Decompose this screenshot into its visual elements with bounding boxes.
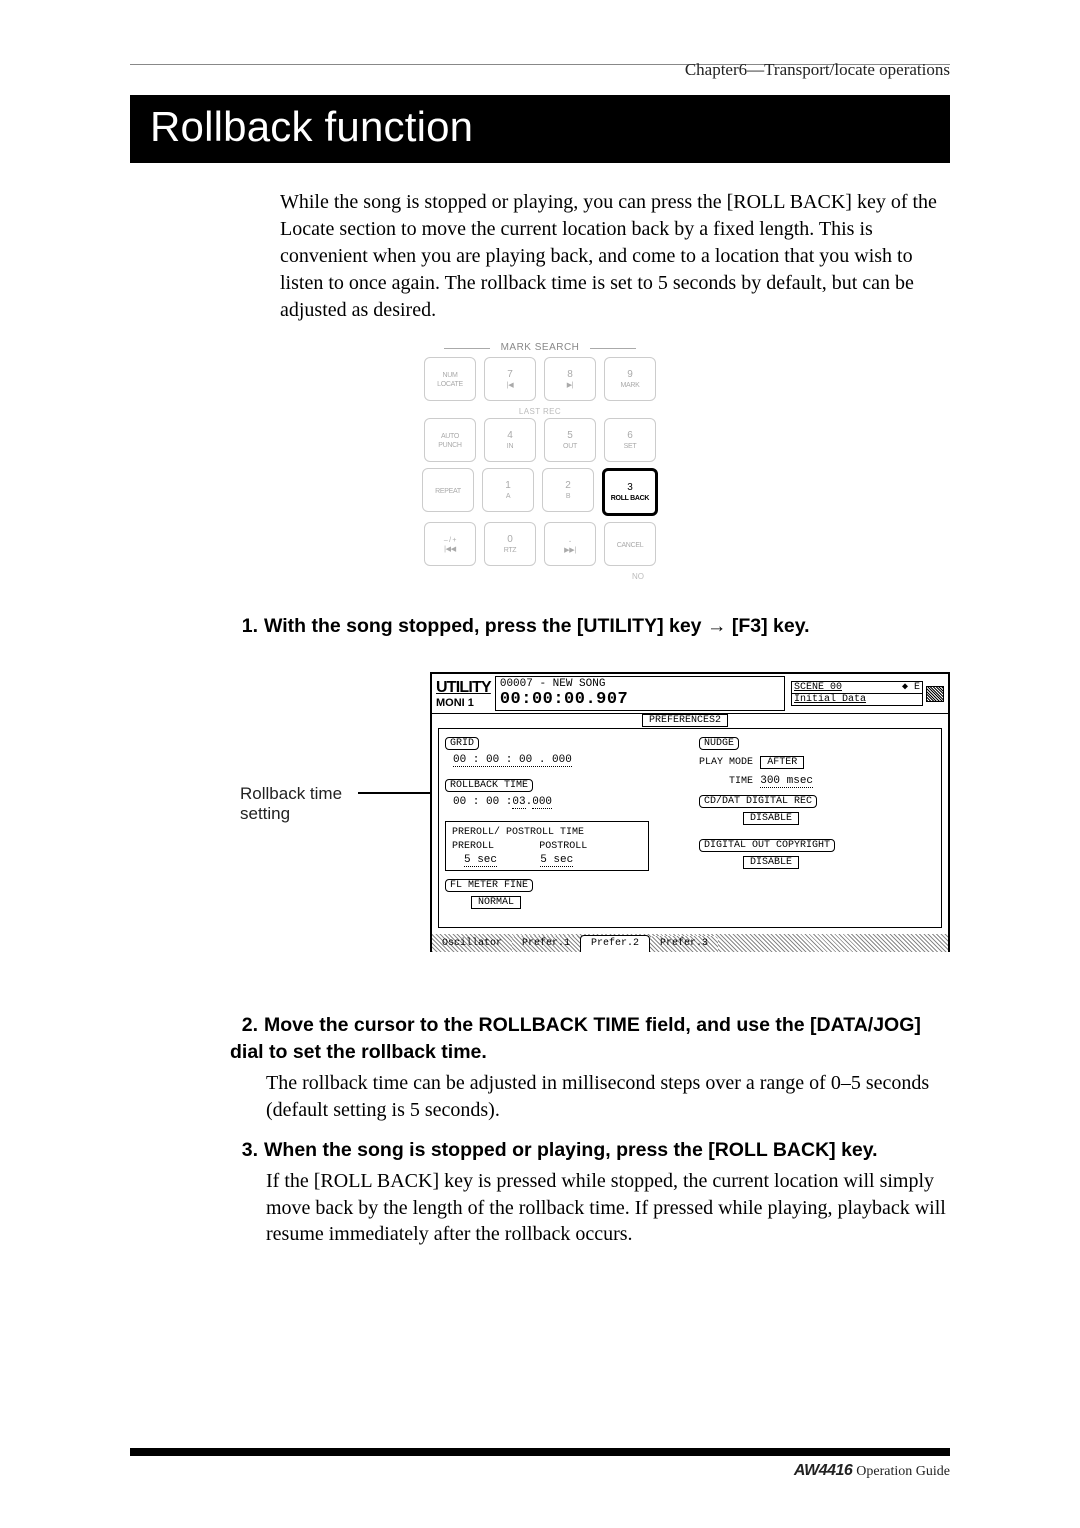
last-rec-label: LAST REC bbox=[410, 407, 670, 416]
key-4-in[interactable]: 4IN bbox=[484, 418, 536, 462]
key-5-out[interactable]: 5OUT bbox=[544, 418, 596, 462]
song-info-box: 00007 - NEW SONG 00:00:00.907 bbox=[495, 676, 785, 711]
grid-label: GRID bbox=[445, 737, 479, 750]
rollback-time-label: ROLLBACK TIME bbox=[445, 779, 533, 792]
digout-label: DIGITAL OUT COPYRIGHT bbox=[699, 839, 835, 852]
utility-label: UTILITY bbox=[436, 679, 491, 697]
chapter-header: Chapter6—Transport/locate operations bbox=[685, 60, 950, 80]
page-title: Rollback function bbox=[130, 95, 950, 161]
keypad-row-1: NUMLOCATE 7|◀ 8▶| 9MARK bbox=[410, 357, 670, 401]
footer-text: AW4416 Operation Guide bbox=[794, 1462, 950, 1480]
moni-label: MONI 1 bbox=[436, 697, 495, 709]
tab-prefer1[interactable]: Prefer.1 bbox=[512, 936, 580, 952]
utility-screen: UTILITY MONI 1 00007 - NEW SONG 00:00:00… bbox=[430, 672, 950, 952]
tab-prefer2[interactable]: Prefer.2 bbox=[580, 935, 650, 952]
step-2-num: 2. bbox=[230, 1012, 258, 1038]
step-1: 1. With the song stopped, press the [UTIL… bbox=[230, 613, 950, 640]
key-3-roll-back[interactable]: 3ROLL BACK bbox=[602, 468, 658, 516]
cddat-disable-button[interactable]: DISABLE bbox=[743, 812, 799, 825]
repeat-key[interactable]: REPEAT bbox=[422, 468, 474, 512]
step-2: 2.Move the cursor to the ROLLBACK TIME f… bbox=[230, 1012, 950, 1066]
cddat-label: CD/DAT DIGITAL REC bbox=[699, 795, 817, 808]
step-2-head: Move the cursor to the ROLLBACK TIME fie… bbox=[230, 1014, 921, 1063]
key-2-b[interactable]: 2B bbox=[542, 468, 594, 512]
key-0-rtz[interactable]: 0RTZ bbox=[484, 522, 536, 566]
keypad-row-2: AUTOPUNCH 4IN 5OUT 6SET bbox=[410, 418, 670, 462]
tab-prefer3[interactable]: Prefer.3 bbox=[650, 936, 718, 952]
callout-label: Rollback time setting bbox=[240, 784, 342, 825]
tab-bar: Oscillator Prefer.1 Prefer.2 Prefer.3 bbox=[432, 934, 948, 952]
intro-paragraph: While the song is stopped or playing, yo… bbox=[280, 189, 950, 324]
key-7[interactable]: 7|◀ bbox=[484, 357, 536, 401]
preroll-value[interactable]: 5 sec bbox=[464, 854, 497, 867]
disk-icon bbox=[926, 686, 944, 702]
tab-oscillator[interactable]: Oscillator bbox=[432, 936, 512, 952]
step-1-num: 1. bbox=[230, 613, 258, 639]
nudge-label: NUDGE bbox=[699, 737, 739, 750]
footer-bar bbox=[130, 1448, 950, 1456]
nudge-time-value[interactable]: 300 msec bbox=[760, 775, 813, 788]
key-1-a[interactable]: 1A bbox=[482, 468, 534, 512]
no-label: NO bbox=[410, 572, 670, 581]
key-6-set[interactable]: 6SET bbox=[604, 418, 656, 462]
normal-button[interactable]: NORMAL bbox=[471, 896, 521, 909]
step-3-head: When the song is stopped or playing, pre… bbox=[264, 1139, 878, 1161]
step-1-head: With the song stopped, press the [UTILIT… bbox=[264, 615, 810, 637]
auto-punch-key[interactable]: AUTOPUNCH bbox=[424, 418, 476, 462]
postroll-value[interactable]: 5 sec bbox=[540, 854, 573, 867]
guide-label: Operation Guide bbox=[856, 1464, 950, 1480]
model-name: AW4416 bbox=[794, 1462, 852, 1480]
digout-disable-button[interactable]: DISABLE bbox=[743, 856, 799, 869]
time-display: 00:00:00.907 bbox=[500, 690, 780, 709]
scene-box: SCENE 00◆ E Initial Data bbox=[791, 681, 923, 706]
inner-panel: GRID 00 : 00 : 00 . 000 ROLLBACK TIME 00… bbox=[438, 728, 942, 928]
title-underline bbox=[130, 161, 950, 163]
grid-value[interactable]: 00 : 00 : 00 . 000 bbox=[453, 754, 572, 767]
preferences2-tab: PREFERENCES2 bbox=[642, 714, 728, 727]
step-2-body: The rollback time can be adjusted in mil… bbox=[266, 1070, 952, 1123]
fl-meter-label: FL METER FINE bbox=[445, 879, 533, 892]
rollback-time-value[interactable]: 00 : 00 :03.000 bbox=[453, 796, 552, 808]
minus-plus-key[interactable]: – / +|◀◀ bbox=[424, 522, 476, 566]
step-3-num: 3. bbox=[230, 1137, 258, 1163]
step-3: 3. When the song is stopped or playing, p… bbox=[230, 1137, 950, 1164]
keypad-row-4: – / +|◀◀ 0RTZ .▶▶| CANCEL bbox=[410, 522, 670, 566]
key-9-mark[interactable]: 9MARK bbox=[604, 357, 656, 401]
prepost-label: PREROLL/ POSTROLL TIME bbox=[452, 827, 584, 838]
key-8[interactable]: 8▶| bbox=[544, 357, 596, 401]
after-button[interactable]: AFTER bbox=[760, 756, 804, 769]
step-3-body: If the [ROLL BACK] key is pressed while … bbox=[266, 1168, 952, 1248]
keypad-row-3: REPEAT 1A 2B 3ROLL BACK bbox=[410, 468, 670, 516]
mark-search-label: MARK SEARCH bbox=[410, 342, 670, 353]
keypad-figure: MARK SEARCH NUMLOCATE 7|◀ 8▶| 9MARK LAST… bbox=[410, 342, 670, 581]
screenshot-figure: Rollback time setting UTILITY MONI 1 000… bbox=[130, 672, 950, 972]
key-dot[interactable]: .▶▶| bbox=[544, 522, 596, 566]
num-locate-key[interactable]: NUMLOCATE bbox=[424, 357, 476, 401]
cancel-key[interactable]: CANCEL bbox=[604, 522, 656, 566]
screen-header: UTILITY MONI 1 00007 - NEW SONG 00:00:00… bbox=[432, 674, 948, 714]
screen-body: PREFERENCES2 GRID 00 : 00 : 00 . 000 ROL… bbox=[432, 714, 948, 952]
